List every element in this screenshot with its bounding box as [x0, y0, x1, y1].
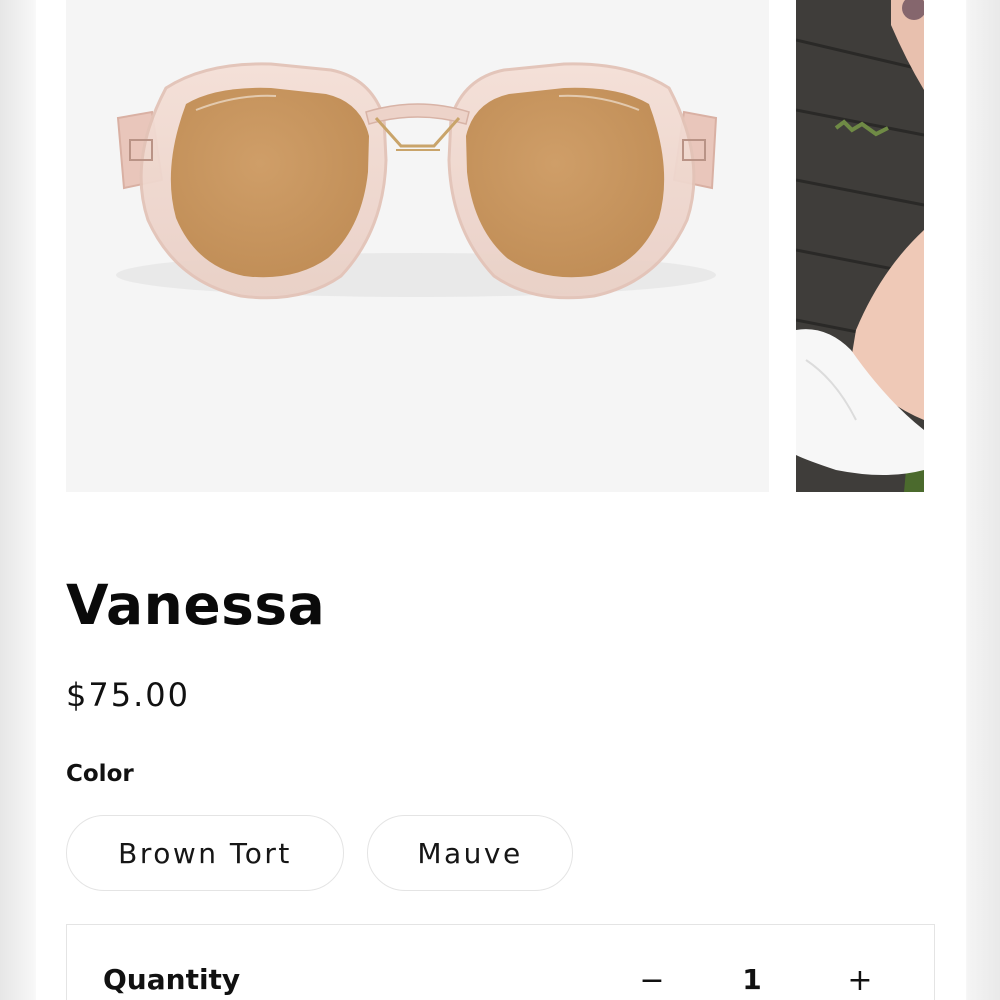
model-photo-illustration	[796, 0, 924, 492]
product-price: $75.00	[66, 676, 190, 714]
product-image-secondary[interactable]	[796, 0, 924, 492]
screen: Vanessa $75.00 Color Brown Tort Mauve Qu…	[0, 0, 1000, 1000]
quantity-label: Quantity	[103, 963, 241, 996]
quantity-increment-button[interactable]: +	[840, 961, 880, 1000]
sunglasses-illustration	[116, 62, 718, 300]
quantity-selector: Quantity − 1 +	[66, 924, 935, 1000]
product-image-main[interactable]	[66, 0, 769, 492]
quantity-value[interactable]: 1	[707, 961, 797, 999]
color-label: Color	[66, 761, 134, 787]
product-title: Vanessa	[66, 573, 326, 637]
product-page: Vanessa $75.00 Color Brown Tort Mauve Qu…	[36, 0, 966, 1000]
color-option-mauve[interactable]: Mauve	[367, 815, 573, 891]
color-option-brown-tort[interactable]: Brown Tort	[66, 815, 344, 891]
quantity-decrement-button[interactable]: −	[632, 961, 672, 1000]
